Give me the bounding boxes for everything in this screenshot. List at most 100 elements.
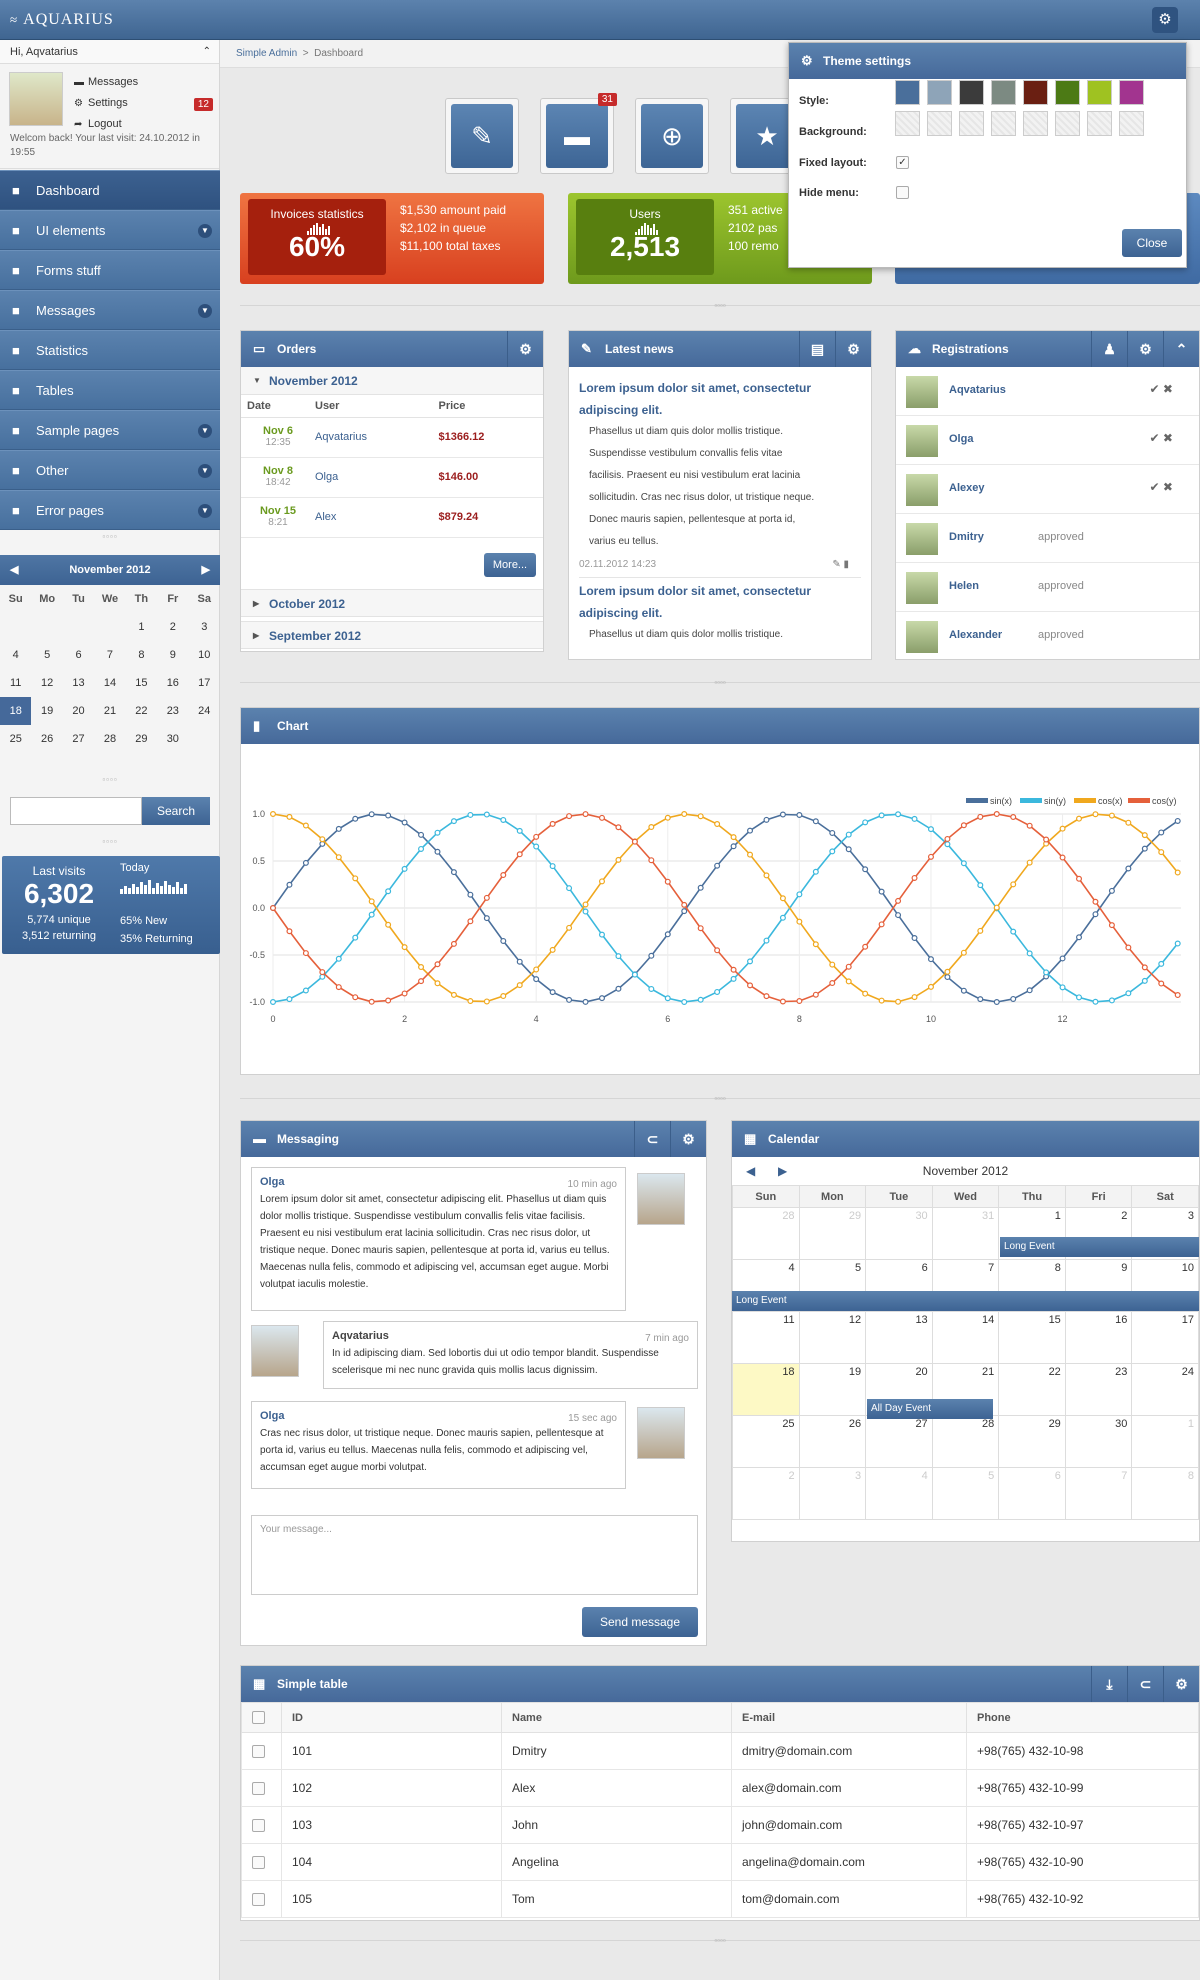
calendar-day[interactable]: 12 bbox=[798, 1311, 867, 1364]
calendar-day[interactable]: 24 bbox=[1131, 1363, 1199, 1416]
gear-icon[interactable]: ⚙ bbox=[835, 331, 871, 367]
column-header[interactable]: ID bbox=[281, 1702, 502, 1733]
calendar-day[interactable]: 2 bbox=[732, 1467, 800, 1520]
order-user[interactable]: Aqvatarius bbox=[309, 417, 433, 458]
more-button[interactable]: More... bbox=[484, 553, 536, 577]
gear-icon[interactable]: ⚙ bbox=[670, 1121, 706, 1157]
quick-add-button[interactable]: ⊕ bbox=[635, 98, 709, 174]
calendar-day[interactable]: 29 bbox=[798, 1207, 867, 1260]
column-header[interactable]: Name bbox=[501, 1702, 732, 1733]
calendar-day[interactable]: 22 bbox=[126, 697, 157, 725]
avatar[interactable] bbox=[906, 621, 938, 653]
chevron-down-icon[interactable]: ▼ bbox=[198, 224, 212, 238]
prev-icon[interactable]: ◀ bbox=[746, 1157, 755, 1185]
calendar-event[interactable]: All Day Event bbox=[867, 1399, 993, 1419]
order-user[interactable]: Olga bbox=[309, 457, 433, 498]
calendar-event[interactable]: Long Event bbox=[732, 1291, 1199, 1311]
calendar-day[interactable]: 26 bbox=[798, 1415, 867, 1468]
quick-folder-button[interactable]: ▬ 31 bbox=[540, 93, 617, 174]
calendar-day[interactable]: 29 bbox=[998, 1415, 1066, 1468]
calendar-day[interactable]: 18 bbox=[0, 697, 32, 725]
calendar-day[interactable]: 15 bbox=[998, 1311, 1066, 1364]
message-avatar[interactable] bbox=[637, 1173, 685, 1225]
background-swatch[interactable] bbox=[1087, 111, 1112, 136]
message-author[interactable]: Olga bbox=[260, 1174, 617, 1191]
avatar[interactable] bbox=[906, 572, 938, 604]
avatar[interactable] bbox=[906, 474, 938, 506]
avatar[interactable] bbox=[9, 72, 63, 126]
calendar-day[interactable]: 28 bbox=[931, 1415, 1000, 1468]
calendar-day[interactable]: 20 bbox=[63, 697, 94, 725]
column-header[interactable]: Phone bbox=[966, 1702, 1199, 1733]
calendar-day[interactable]: 19 bbox=[31, 697, 62, 725]
style-swatch[interactable] bbox=[1119, 80, 1144, 105]
row-checkbox[interactable] bbox=[252, 1745, 265, 1759]
table-row[interactable]: 101 Dmitry dmitry@domain.com +98(765) 432-1… bbox=[241, 1732, 1199, 1770]
next-month-icon[interactable]: ▶ bbox=[202, 555, 210, 585]
registration-name[interactable]: Helen bbox=[949, 580, 979, 592]
chevron-up-icon[interactable]: ⌃ bbox=[1163, 331, 1199, 367]
select-all-checkbox[interactable] bbox=[252, 1711, 265, 1724]
approve-reject-icons[interactable]: ✔ ✖ bbox=[1150, 382, 1173, 396]
sidebar-item-dashboard[interactable]: ■ Dashboard bbox=[0, 170, 220, 210]
close-button[interactable]: Close bbox=[1122, 229, 1182, 257]
calendar-day[interactable]: 19 bbox=[798, 1363, 867, 1416]
sidebar-item-forms-stuff[interactable]: ■ Forms stuff bbox=[0, 250, 220, 290]
news-headline[interactable]: Lorem ipsum dolor sit amet, consectetur … bbox=[579, 377, 861, 421]
style-swatch[interactable] bbox=[927, 80, 952, 105]
table-row[interactable]: Nov 8 18:42 Olga $146.00 bbox=[241, 457, 543, 498]
news-headline[interactable]: Lorem ipsum dolor sit amet, consectetur … bbox=[579, 577, 861, 624]
calendar-day[interactable]: 23 bbox=[157, 697, 188, 725]
row-checkbox[interactable] bbox=[252, 1782, 265, 1796]
sidebar-item-other[interactable]: ■ Other ▼ bbox=[0, 450, 220, 490]
paperclip-icon[interactable]: ⊂ bbox=[1127, 1666, 1163, 1702]
sidebar-item-ui-elements[interactable]: ■ UI elements ▼ bbox=[0, 210, 220, 250]
calendar-day[interactable]: 25 bbox=[732, 1415, 800, 1468]
calendar-day[interactable]: 15 bbox=[126, 669, 157, 697]
calendar-day[interactable]: 31 bbox=[931, 1207, 1000, 1260]
calendar-day[interactable]: 17 bbox=[1131, 1311, 1199, 1364]
table-row[interactable]: 102 Alex alex@domain.com +98(765) 432-10-99 bbox=[241, 1769, 1199, 1807]
calendar-day[interactable]: 6 bbox=[998, 1467, 1066, 1520]
calendar-day[interactable]: 8 bbox=[126, 641, 157, 669]
table-row[interactable]: 105 Tom tom@domain.com +98(765) 432-10-92 bbox=[241, 1880, 1199, 1918]
background-swatch[interactable] bbox=[927, 111, 952, 136]
chevron-down-icon[interactable]: ▼ bbox=[198, 464, 212, 478]
calendar-day[interactable]: 30 bbox=[1064, 1415, 1133, 1468]
calendar-day[interactable]: 4 bbox=[865, 1467, 933, 1520]
calendar-day[interactable]: 3 bbox=[189, 613, 220, 641]
orders-month-collapsed[interactable]: ▶ October 2012 bbox=[241, 589, 543, 617]
table-row[interactable]: 104 Angelina angelina@domain.com +98(765) 4… bbox=[241, 1843, 1199, 1881]
chevron-down-icon[interactable]: ▼ bbox=[198, 304, 212, 318]
orders-month-expanded[interactable]: ▼ November 2012 bbox=[241, 367, 543, 395]
calendar-day[interactable]: 26 bbox=[31, 725, 62, 753]
theme-settings-button[interactable]: ⚙ bbox=[1152, 7, 1178, 33]
calendar-event[interactable]: Long Event bbox=[1000, 1237, 1199, 1257]
avatar[interactable] bbox=[906, 523, 938, 555]
avatar[interactable] bbox=[906, 425, 938, 457]
row-checkbox[interactable] bbox=[252, 1893, 265, 1907]
calendar-day[interactable]: 1 bbox=[126, 613, 157, 641]
registration-name[interactable]: Aqvatarius bbox=[949, 384, 1006, 396]
breadcrumb-home[interactable]: Simple Admin bbox=[236, 48, 297, 59]
paperclip-icon[interactable]: ⊂ bbox=[634, 1121, 670, 1157]
background-swatch[interactable] bbox=[1119, 111, 1144, 136]
registration-name[interactable]: Olga bbox=[949, 433, 973, 445]
document-icon[interactable]: ▤ bbox=[799, 331, 835, 367]
calendar-day[interactable]: 11 bbox=[732, 1311, 800, 1364]
calendar-day[interactable]: 8 bbox=[1131, 1467, 1199, 1520]
calendar-day[interactable]: 2 bbox=[157, 613, 188, 641]
search-input[interactable] bbox=[10, 797, 142, 825]
row-checkbox[interactable] bbox=[252, 1819, 265, 1833]
calendar-day[interactable]: 30 bbox=[865, 1207, 933, 1260]
fixed-layout-checkbox[interactable]: ✓ bbox=[896, 156, 909, 169]
gear-icon[interactable]: ⚙ bbox=[507, 331, 543, 367]
calendar-day[interactable]: 4 bbox=[0, 641, 31, 669]
background-swatch[interactable] bbox=[1055, 111, 1080, 136]
message-textarea[interactable]: Your message... bbox=[251, 1515, 698, 1595]
calendar-day[interactable]: 27 bbox=[865, 1415, 933, 1468]
calendar-day[interactable]: 13 bbox=[63, 669, 94, 697]
calendar-day[interactable]: 25 bbox=[0, 725, 31, 753]
style-swatch[interactable] bbox=[991, 80, 1016, 105]
calendar-day[interactable]: 24 bbox=[189, 697, 220, 725]
